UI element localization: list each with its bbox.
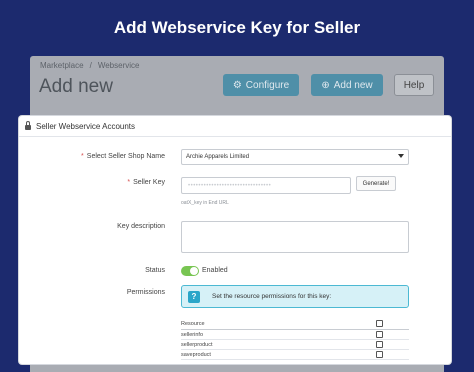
panel-header: Seller Webservice Accounts: [19, 116, 451, 137]
generate-button[interactable]: Generate!: [356, 176, 396, 191]
select-all-checkbox[interactable]: [376, 320, 383, 327]
status-toggle[interactable]: [181, 266, 199, 276]
seller-key-label-text: Seller Key: [133, 179, 165, 186]
lock-icon: [25, 120, 31, 130]
required-marker: *: [81, 153, 84, 160]
page-heading: Add new: [39, 76, 113, 97]
seller-webservice-panel: Seller Webservice Accounts * Select Selle…: [19, 116, 451, 364]
panel-title: Seller Webservice Accounts: [36, 121, 136, 131]
table-row: sellerinfo: [181, 330, 409, 340]
breadcrumb-separator: /: [89, 61, 92, 70]
breadcrumb-webservice: Webservice: [97, 61, 140, 70]
shop-name-value: Archie Apparels Limited: [186, 154, 250, 160]
resource-checkbox[interactable]: [376, 331, 383, 338]
key-description-textarea[interactable]: [181, 221, 409, 253]
configure-button[interactable]: ⚙ Configure: [223, 74, 299, 96]
permissions-header-row: Resource: [181, 318, 409, 330]
table-row: sellerproduct: [181, 340, 409, 350]
breadcrumb: Marketplace / Webservice: [40, 61, 139, 70]
required-marker: *: [127, 179, 131, 186]
chevron-down-icon: [398, 154, 404, 158]
shop-name-label-text: Select Seller Shop Name: [86, 153, 165, 160]
page-title: Add Webservice Key for Seller: [113, 18, 361, 37]
seller-key-hint: oatX_key in End URL: [181, 200, 229, 206]
seller-key-label: * Seller Key: [19, 179, 165, 186]
add-new-label: Add new: [333, 79, 373, 91]
gear-icon: ⚙: [232, 79, 242, 91]
breadcrumb-marketplace[interactable]: Marketplace: [40, 61, 84, 70]
seller-key-input[interactable]: ••••••••••••••••••••••••••••••••: [181, 177, 351, 194]
status-value: Enabled: [202, 267, 228, 274]
resource-checkbox[interactable]: [376, 351, 383, 358]
resource-checkbox[interactable]: [376, 341, 383, 348]
help-button[interactable]: Help: [394, 74, 434, 96]
question-icon: ?: [188, 290, 200, 303]
resource-header: Resource: [181, 320, 205, 327]
toggle-knob: [190, 267, 198, 275]
resource-name: sellerproduct: [181, 341, 213, 348]
table-row: saveproduct: [181, 350, 409, 360]
add-new-button[interactable]: ⊕ Add new: [311, 74, 383, 96]
plus-circle-icon: ⊕: [321, 79, 330, 91]
permissions-info-box: ? Set the resource permissions for this …: [181, 285, 409, 308]
permissions-info-text: Set the resource permissions for this ke…: [212, 293, 332, 300]
resource-name: sellerinfo: [181, 331, 204, 338]
permissions-table: Resource sellerinfo sellerproduct savepr…: [181, 318, 409, 360]
configure-label: Configure: [245, 79, 290, 91]
resource-name: saveproduct: [181, 351, 211, 358]
status-label: Status: [145, 267, 165, 274]
shop-name-label: * Select Seller Shop Name: [19, 153, 165, 160]
shop-name-select[interactable]: Archie Apparels Limited: [181, 149, 409, 165]
permissions-label: Permissions: [126, 289, 165, 296]
key-description-label: Key description: [117, 223, 165, 230]
